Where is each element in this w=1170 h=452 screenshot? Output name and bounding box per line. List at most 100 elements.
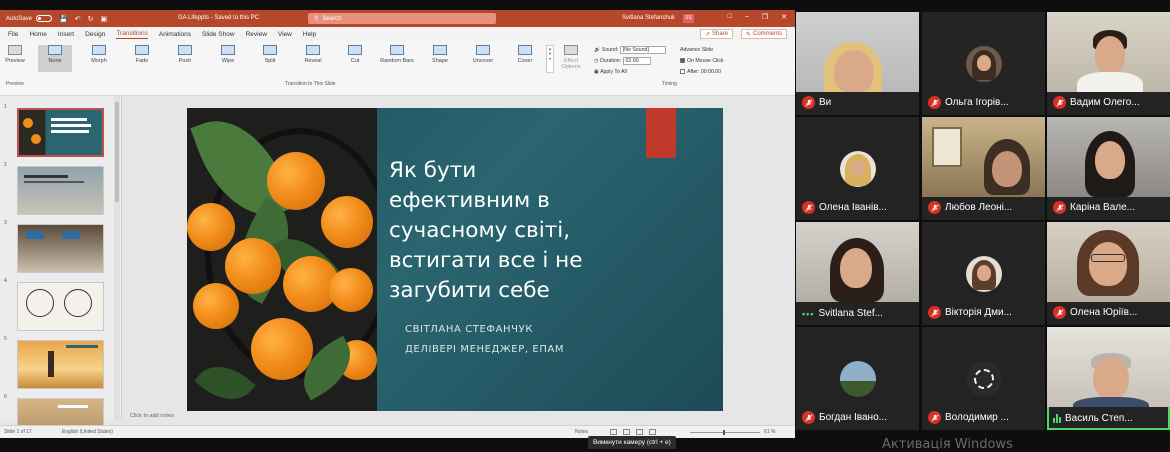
notes-button[interactable]: Notes (575, 429, 588, 435)
transition-none[interactable]: None (38, 45, 72, 72)
tab-help[interactable]: Help (303, 31, 316, 38)
participant-tile[interactable]: Каріна Вале... (1047, 117, 1170, 220)
share-button[interactable]: ↗ Share (699, 29, 733, 39)
participant-tile[interactable]: Вадим Олего... (1047, 12, 1170, 115)
window (932, 127, 962, 167)
participant-name-bar: ••• Svitlana Stef... (802, 308, 883, 319)
zoom-slider[interactable] (690, 430, 760, 435)
gallery-scroll[interactable]: ▲ ▼ ▾ (546, 45, 554, 73)
slide-thumbnail[interactable]: 3 (4, 220, 108, 273)
tangerine (267, 152, 325, 210)
preview-button[interactable]: Preview (4, 45, 26, 64)
share-icon: ↗ (704, 31, 710, 38)
participant-tile[interactable]: Ольга Ігорів... (922, 12, 1045, 115)
close-icon[interactable]: ✕ (781, 13, 787, 21)
sound-icon: 🔊 (594, 47, 601, 53)
participant-tile[interactable]: Олена Іванів... (796, 117, 919, 220)
sound-select[interactable]: [No Sound] (619, 45, 666, 54)
transition-fade[interactable]: Fade (125, 45, 159, 64)
slide-subtitle[interactable]: СВІТЛАНА СТЕФАНЧУК ДЕЛІВЕРІ МЕНЕДЖЕР, ЕП… (405, 320, 564, 360)
slide-number: 6 (4, 394, 7, 400)
participant-name: Svitlana Stef... (818, 308, 883, 319)
participant-name: Любов Леоні... (945, 202, 1013, 213)
tab-design[interactable]: Design (85, 31, 105, 38)
document-title: GA Lifeppts - Saved to this PC (178, 15, 260, 21)
slide-sorter-icon[interactable] (623, 429, 630, 435)
transition-uncover[interactable]: Uncover (466, 45, 500, 64)
minimize-icon[interactable]: – (745, 13, 749, 21)
slideshow-icon[interactable] (649, 429, 656, 435)
duration-input[interactable]: 02.00 (622, 56, 651, 65)
tab-transitions[interactable]: Transitions (116, 30, 148, 39)
transition-random-bars-icon (390, 45, 404, 55)
participant-tile[interactable]: Вікторія Дми... (922, 222, 1045, 325)
slide-title[interactable]: Як бути ефективним в сучасному світі, вс… (389, 156, 649, 306)
tab-insert[interactable]: Insert (58, 31, 74, 38)
scrollbar-thumb[interactable] (115, 102, 119, 202)
participant-name: Володимир ... (945, 412, 1009, 423)
transition-wipe[interactable]: Wipe (211, 45, 245, 64)
accent-bar (646, 108, 676, 158)
notes-pane[interactable]: Click to add notes (124, 413, 795, 421)
slide-canvas[interactable]: Як бути ефективним в сучасному світі, вс… (187, 108, 723, 411)
mic-muted-icon (1053, 306, 1066, 319)
participant-name-bar: Олена Юріїв... (1053, 306, 1137, 319)
on-mouse-click-checkbox[interactable] (680, 58, 685, 64)
tab-view[interactable]: View (278, 31, 292, 38)
transition-label: Reveal (304, 58, 322, 64)
transition-shape[interactable]: Shape (423, 45, 457, 64)
search-box[interactable]: ⚲ Search (308, 13, 496, 24)
redo-icon[interactable]: ↻ (88, 15, 94, 23)
body (1077, 72, 1143, 92)
participant-tile[interactable]: Володимир ... (922, 327, 1045, 430)
participant-video (1047, 117, 1170, 197)
account-name[interactable]: Svitlana Stefanchuk (622, 15, 675, 21)
thumbnails-scrollbar[interactable] (114, 96, 120, 420)
comments-button[interactable]: ✎ Comments (740, 29, 787, 39)
save-icon[interactable]: 💾 (59, 15, 68, 23)
tab-review[interactable]: Review (246, 31, 267, 38)
apply-to-all-button[interactable]: Apply To All (600, 69, 627, 75)
transition-random-bars[interactable]: Random Bars (380, 45, 414, 64)
reading-view-icon[interactable] (636, 429, 643, 435)
transition-split[interactable]: Split (253, 45, 287, 64)
participant-name-bar: Богдан Івано... (802, 411, 887, 424)
slide-thumbnail[interactable]: 1 (4, 104, 108, 157)
account-avatar[interactable]: SS (683, 14, 694, 23)
participant-tile[interactable]: Любов Леоні... (922, 117, 1045, 220)
tab-home[interactable]: Home (29, 31, 46, 38)
present-icon[interactable]: ▣ (101, 15, 108, 23)
glasses (1091, 254, 1125, 262)
transition-reveal-icon (306, 45, 320, 55)
zoom-level[interactable]: 61 % (764, 429, 775, 435)
participant-name-bar: Любов Леоні... (928, 201, 1012, 214)
maximize-icon[interactable]: ❐ (762, 13, 768, 21)
effect-options-button[interactable]: Effect Options (557, 45, 585, 70)
after-input[interactable]: 00:00.00 (701, 69, 721, 75)
after-checkbox[interactable] (680, 69, 685, 75)
slide-thumbnail[interactable]: 5 (4, 336, 108, 389)
participant-video (922, 117, 1045, 197)
tab-slide-show[interactable]: Slide Show (202, 31, 235, 38)
participant-tile[interactable]: Богдан Івано... (796, 327, 919, 430)
tab-file[interactable]: File (8, 31, 18, 38)
transition-cut[interactable]: Cut (338, 45, 372, 64)
undo-icon[interactable]: ↶ (75, 15, 81, 23)
slide-thumbnail[interactable]: 2 (4, 162, 108, 215)
participant-tile[interactable]: Олена Юріїв... (1047, 222, 1170, 325)
participant-video (796, 12, 919, 92)
effect-options-label: Effect Options (561, 58, 581, 70)
slide-thumbnail[interactable]: 4 (4, 278, 108, 331)
normal-view-icon[interactable] (610, 429, 617, 435)
participant-tile[interactable]: ••• Svitlana Stef... (796, 222, 919, 325)
transition-reveal[interactable]: Reveal (296, 45, 330, 64)
transition-cover[interactable]: Cover (508, 45, 542, 64)
transition-morph[interactable]: Morph (82, 45, 116, 64)
tab-animations[interactable]: Animations (159, 31, 191, 38)
transition-push[interactable]: Push (168, 45, 202, 64)
participant-tile[interactable]: Ви (796, 12, 919, 115)
language-indicator[interactable]: English (United States) (62, 429, 113, 435)
autosave-toggle[interactable] (36, 15, 53, 22)
ribbon-display-icon[interactable]: □ (728, 13, 732, 21)
participant-tile-active-speaker[interactable]: Василь Степ... (1047, 327, 1170, 430)
